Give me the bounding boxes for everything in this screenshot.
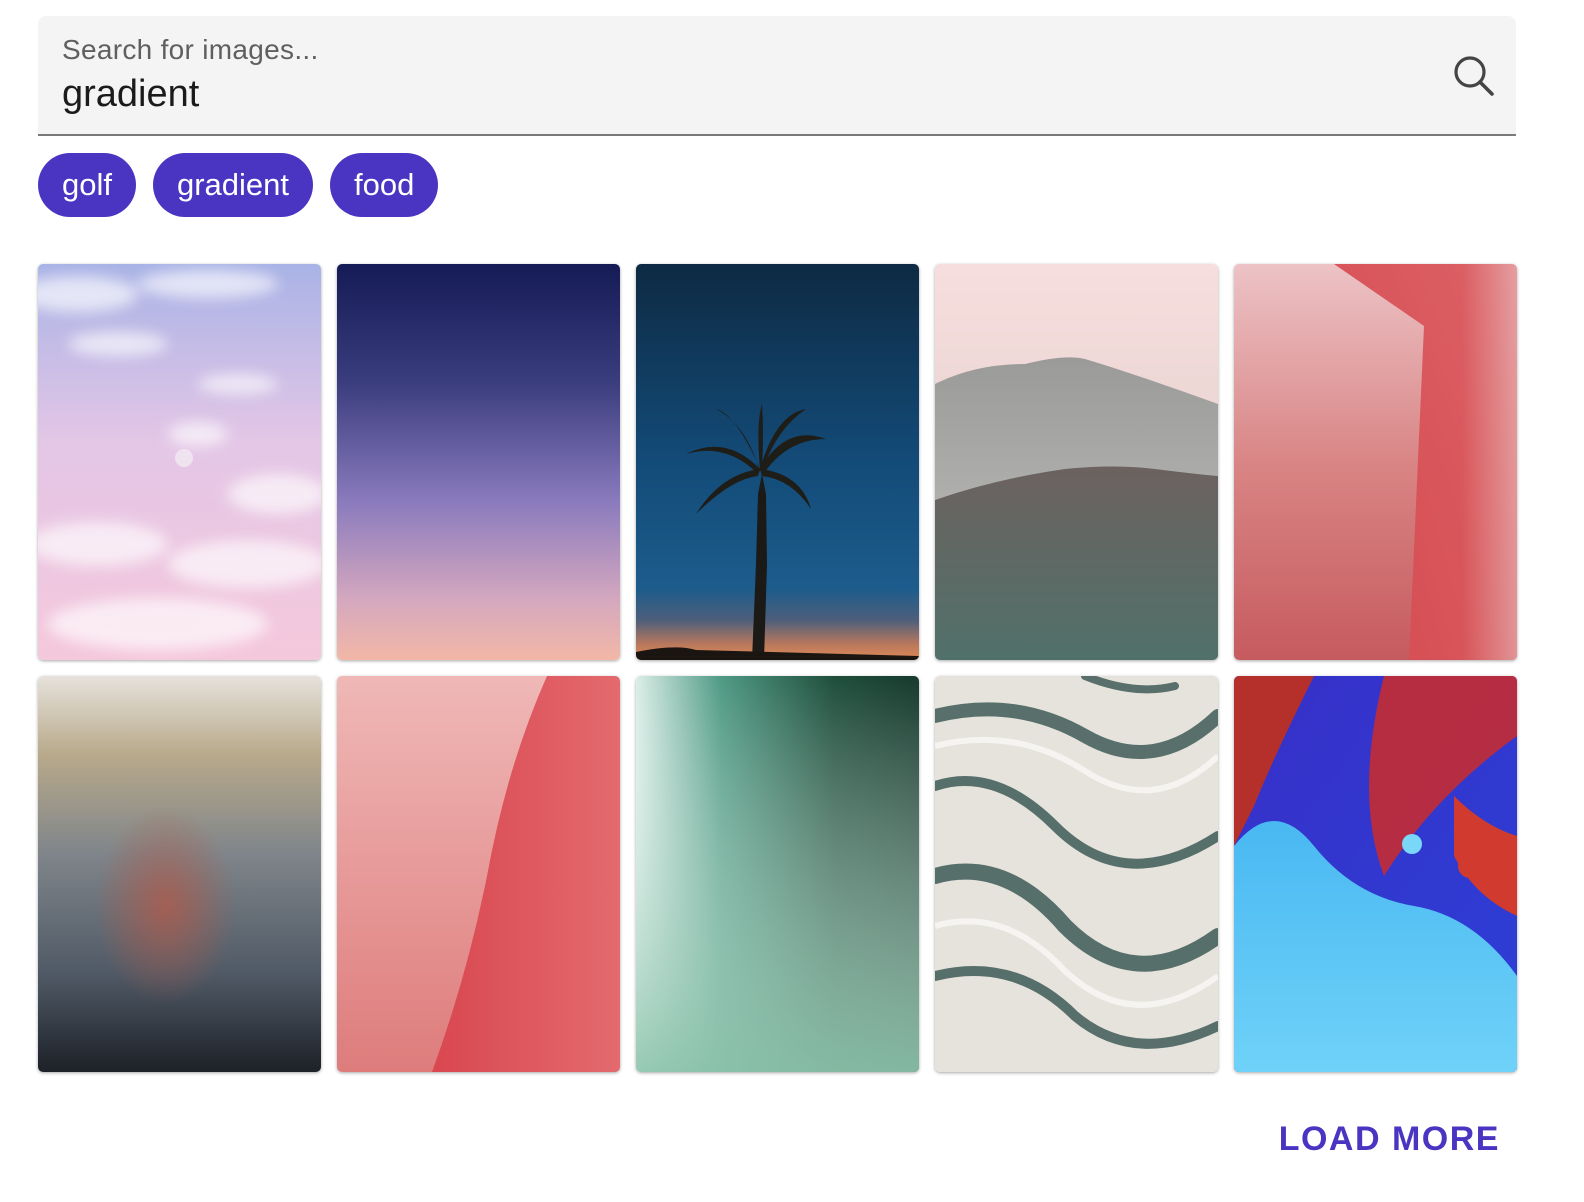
navy-to-peach-gradient-image [337,264,620,660]
image-tile[interactable] [38,676,321,1072]
green-light-leak-image [636,676,919,1072]
image-tile[interactable] [636,264,919,660]
load-more-button[interactable]: LOAD MORE [1279,1120,1500,1159]
chip-list: golf gradient food [38,153,439,217]
image-tile[interactable] [337,676,620,1072]
frosted-glass-image [38,676,321,1072]
search-label: Search for images... [62,34,319,65]
image-grid [38,264,1517,1072]
search-input[interactable] [60,70,1424,118]
palm-tree-night-sky-image [636,264,919,660]
pink-red-fold-image [337,676,620,1072]
chip-gradient[interactable]: gradient [152,153,314,217]
image-tile[interactable] [636,676,919,1072]
search-icon [1454,56,1494,96]
search-button[interactable] [1450,52,1498,100]
marble-swirl-image [935,676,1218,1072]
red-wall-image [1234,264,1517,660]
blue-red-fluid-art-image [1234,676,1517,1072]
image-tile[interactable] [38,264,321,660]
pink-sky-clouds-image [38,264,321,660]
search-field[interactable]: Search for images... [38,16,1516,136]
chip-food[interactable]: food [330,153,439,217]
image-tile[interactable] [337,264,620,660]
misty-mountains-image [935,264,1218,660]
image-tile[interactable] [1234,676,1517,1072]
chip-golf[interactable]: golf [38,153,136,217]
image-tile[interactable] [1234,264,1517,660]
image-tile[interactable] [935,676,1218,1072]
image-tile[interactable] [935,264,1218,660]
